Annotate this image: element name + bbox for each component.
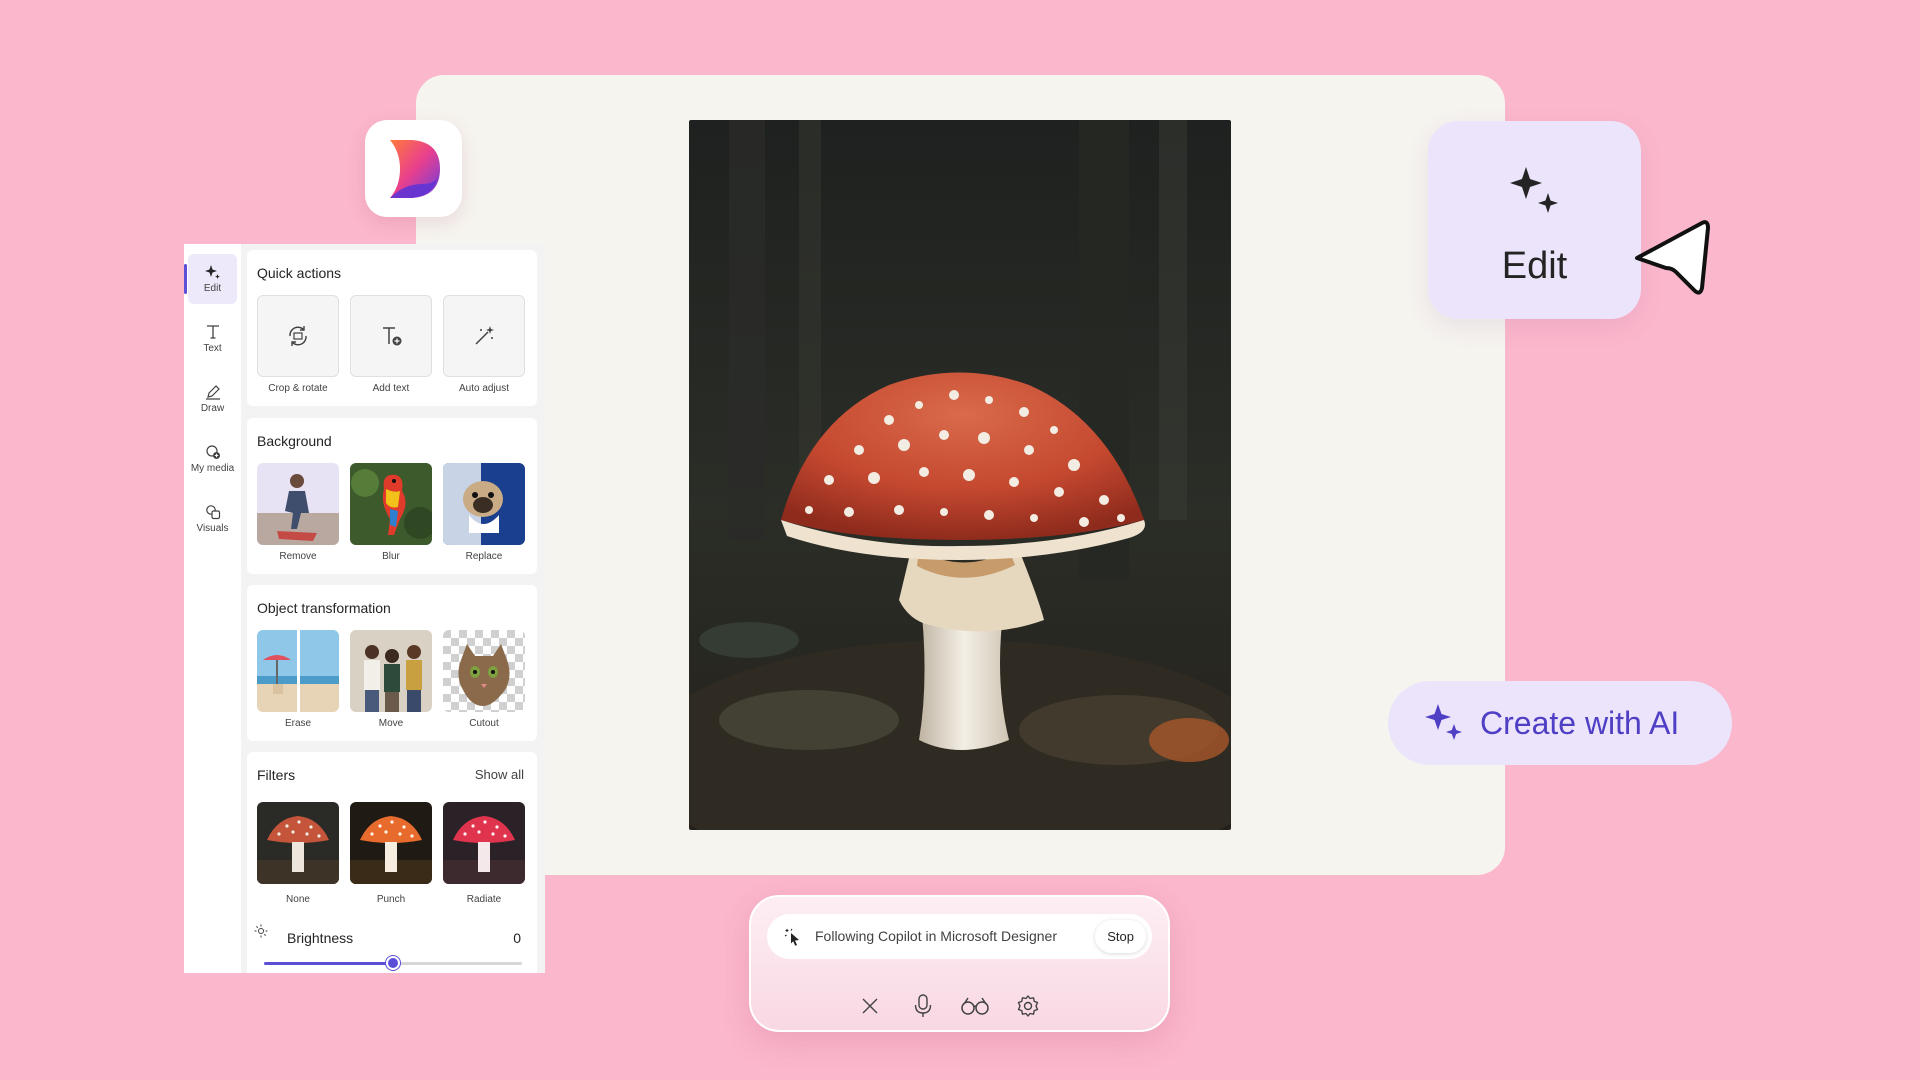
rail-item-visuals[interactable]: Visuals bbox=[188, 494, 237, 544]
cutout-label: Cutout bbox=[469, 718, 499, 729]
remove-label: Remove bbox=[279, 551, 317, 562]
brightness-slider-thumb[interactable] bbox=[386, 956, 400, 970]
sparkles-icon bbox=[1425, 704, 1462, 740]
brightness-value: 0 bbox=[513, 930, 521, 946]
copilot-status-pill: Following Copilot in Microsoft Designer … bbox=[767, 914, 1152, 959]
pointer-cursor-icon bbox=[1635, 220, 1710, 295]
edit-card-label: Edit bbox=[1501, 245, 1568, 287]
stop-button[interactable]: Stop bbox=[1095, 920, 1146, 953]
filter-radiate-label: Radiate bbox=[466, 894, 502, 905]
add-text-button[interactable] bbox=[350, 295, 432, 377]
sparkle-icon bbox=[204, 265, 220, 279]
cursor-sparkle-icon bbox=[784, 928, 799, 946]
edit-panel: Edit Text Draw My media Visuals Quick ac… bbox=[184, 244, 545, 973]
rail-label-text: Text bbox=[203, 343, 222, 354]
shapes-icon bbox=[205, 505, 220, 520]
sparkles-icon bbox=[1510, 167, 1558, 213]
rail-item-my-media[interactable]: My media bbox=[188, 434, 237, 484]
edit-feature-card[interactable]: Edit bbox=[1428, 121, 1641, 319]
close-icon[interactable] bbox=[855, 991, 885, 1021]
section-title: Filters bbox=[257, 767, 296, 783]
move-object-button[interactable] bbox=[350, 630, 432, 712]
auto-adjust-label: Auto adjust bbox=[458, 383, 510, 394]
section-title: Background bbox=[257, 433, 332, 449]
rail-label-draw: Draw bbox=[200, 403, 225, 414]
rail-label-edit: Edit bbox=[203, 283, 222, 294]
filter-punch-label: Punch bbox=[376, 894, 406, 905]
designer-logo-icon bbox=[365, 120, 462, 217]
microphone-icon[interactable] bbox=[908, 991, 938, 1021]
section-title: Object transformation bbox=[257, 600, 391, 616]
cutout-object-button[interactable] bbox=[443, 630, 525, 712]
rail-item-draw[interactable]: Draw bbox=[188, 374, 237, 424]
replace-label: Replace bbox=[465, 551, 503, 562]
glasses-icon[interactable] bbox=[960, 991, 990, 1021]
magic-wand-icon bbox=[475, 326, 494, 345]
brightness-label: Brightness bbox=[287, 930, 354, 946]
crop-rotate-button[interactable] bbox=[257, 295, 339, 377]
side-rail: Edit Text Draw My media Visuals bbox=[184, 244, 241, 973]
filter-punch-button[interactable] bbox=[350, 802, 432, 884]
create-with-ai-button[interactable]: Create with AI bbox=[1388, 681, 1732, 765]
quick-actions-section: Quick actions Crop & rotate Add text Aut… bbox=[247, 250, 537, 406]
crop-rotate-icon bbox=[289, 326, 307, 346]
erase-object-button[interactable] bbox=[257, 630, 339, 712]
background-section: Background Remove Blur Replace bbox=[247, 418, 537, 574]
create-with-ai-label: Create with AI bbox=[1480, 704, 1680, 741]
rail-label-visuals: Visuals bbox=[196, 523, 229, 534]
text-icon bbox=[206, 325, 219, 339]
add-text-label: Add text bbox=[372, 383, 410, 394]
pen-icon bbox=[205, 385, 220, 400]
erase-label: Erase bbox=[284, 718, 312, 729]
brightness-slider[interactable] bbox=[264, 956, 522, 970]
remove-background-button[interactable] bbox=[257, 463, 339, 545]
filter-radiate-button[interactable] bbox=[443, 802, 525, 884]
blur-background-button[interactable] bbox=[350, 463, 432, 545]
blur-label: Blur bbox=[382, 551, 400, 562]
media-add-icon bbox=[205, 445, 220, 459]
brightness-slider-fill bbox=[264, 962, 393, 965]
move-label: Move bbox=[378, 718, 404, 729]
filter-none-label: None bbox=[286, 894, 310, 905]
settings-icon[interactable] bbox=[1013, 991, 1043, 1021]
rail-item-text[interactable]: Text bbox=[188, 314, 237, 364]
section-title: Quick actions bbox=[257, 265, 342, 281]
rail-item-edit[interactable]: Edit bbox=[184, 254, 237, 304]
crop-rotate-label: Crop & rotate bbox=[268, 383, 328, 394]
filter-none-button[interactable] bbox=[257, 802, 339, 884]
copilot-status-text: Following Copilot in Microsoft Designer bbox=[815, 928, 1057, 944]
add-text-icon bbox=[383, 327, 402, 346]
copilot-bar: Following Copilot in Microsoft Designer … bbox=[749, 895, 1170, 1032]
brightness-icon bbox=[254, 924, 268, 938]
show-all-link[interactable]: Show all bbox=[475, 767, 524, 782]
rail-label-my-media: My media bbox=[190, 463, 235, 474]
object-transformation-section: Object transformation Erase Move Cutout bbox=[247, 585, 537, 741]
mushroom-photo[interactable] bbox=[689, 120, 1231, 830]
auto-adjust-button[interactable] bbox=[443, 295, 525, 377]
replace-background-button[interactable] bbox=[443, 463, 525, 545]
